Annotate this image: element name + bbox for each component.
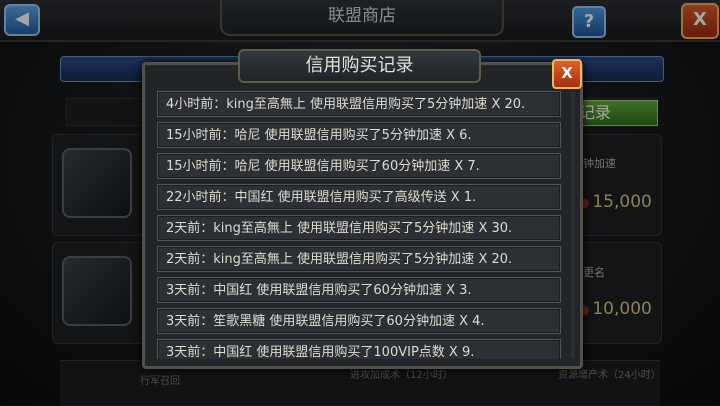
record-list[interactable]: 4小时前：king至高無上 使用联盟信用购买了5分钟加速 X 20. 15小时前…: [157, 91, 563, 359]
scrollbar[interactable]: [571, 92, 575, 358]
record-row: 15小时前：哈尼 使用联盟信用购买了60分钟加速 X 7.: [157, 153, 561, 179]
record-row: 2天前：king至高無上 使用联盟信用购买了5分钟加速 X 30.: [157, 215, 561, 241]
record-row: 2天前：king至高無上 使用联盟信用购买了5分钟加速 X 20.: [157, 246, 561, 272]
record-row: 3天前：中国红 使用联盟信用购买了60分钟加速 X 3.: [157, 277, 561, 303]
dialog-close-button[interactable]: X: [552, 59, 582, 89]
record-row: 4小时前：king至高無上 使用联盟信用购买了5分钟加速 X 20.: [157, 91, 561, 117]
record-row: 3天前：中国红 使用联盟信用购买了100VIP点数 X 9.: [157, 339, 561, 359]
dialog-title: 信用购买记录: [238, 49, 481, 83]
record-row: 22小时前：中国红 使用联盟信用购买了高级传送 X 1.: [157, 184, 561, 210]
record-row: 3天前：笙歌黑糖 使用联盟信用购买了60分钟加速 X 4.: [157, 308, 561, 334]
record-row: 15小时前：哈尼 使用联盟信用购买了5分钟加速 X 6.: [157, 122, 561, 148]
